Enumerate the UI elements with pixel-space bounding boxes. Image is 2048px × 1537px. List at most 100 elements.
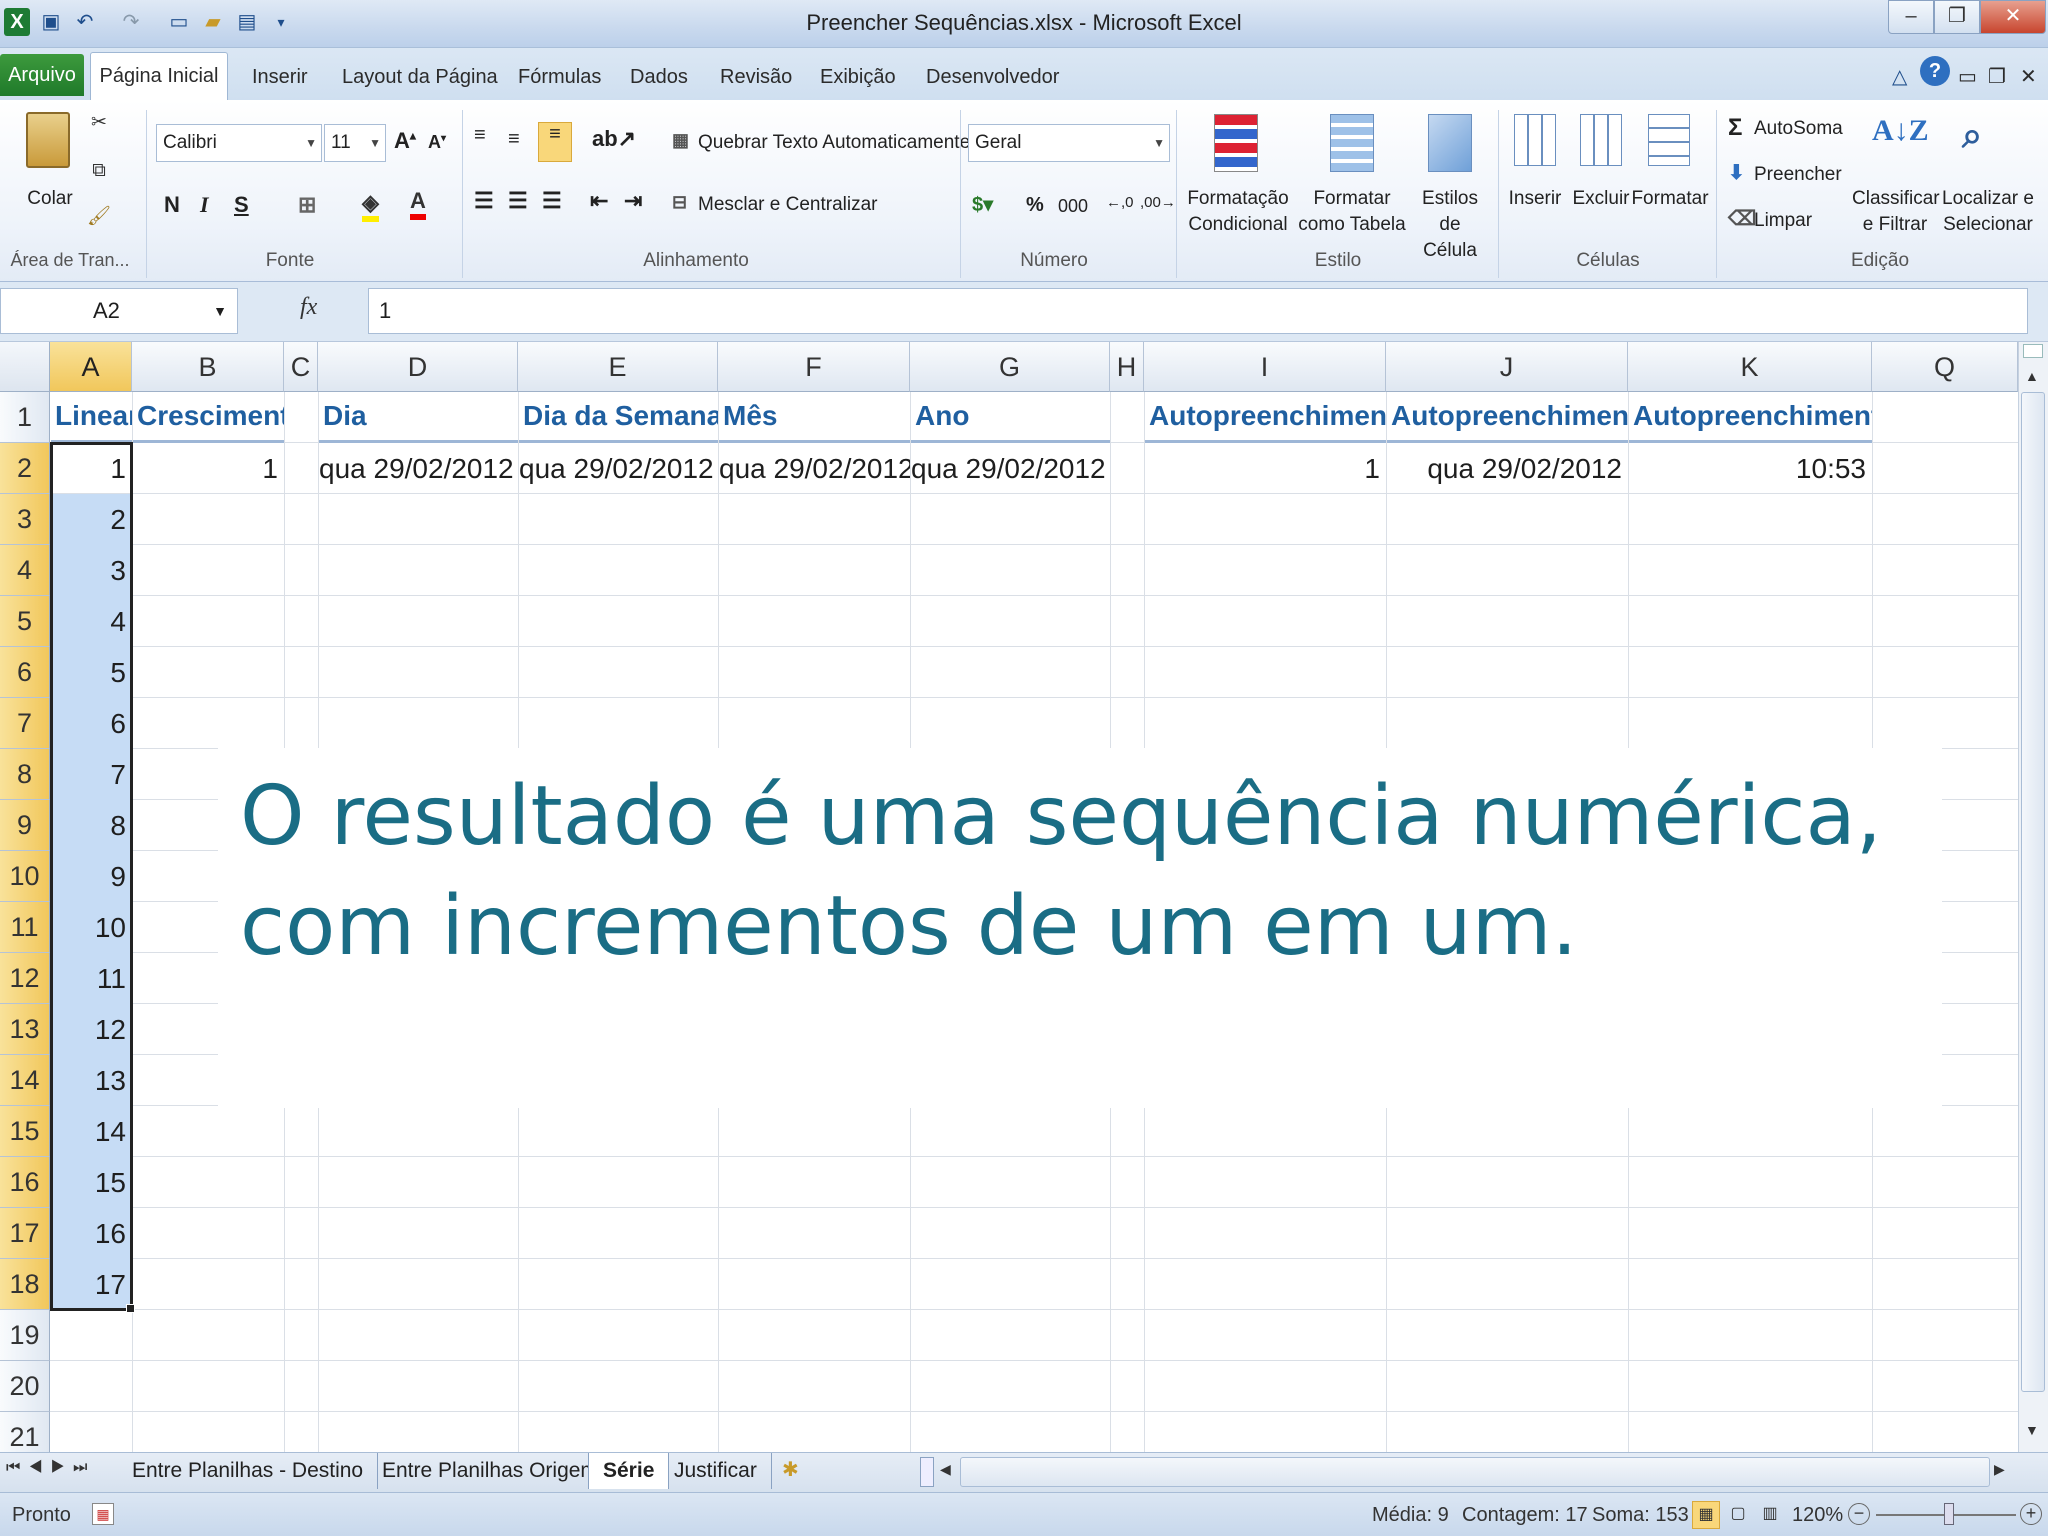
cell-j2[interactable]: qua 29/02/2012 — [1387, 443, 1628, 494]
header-cell-ano[interactable]: Ano — [911, 392, 1110, 443]
column-header-k[interactable]: K — [1628, 342, 1872, 392]
row-header-1[interactable]: 1 — [0, 392, 50, 443]
name-box[interactable]: A2 ▼ — [0, 288, 238, 334]
header-cell-autopreenchimento-j[interactable]: Autopreenchimento — [1387, 392, 1628, 443]
column-header-d[interactable]: D — [318, 342, 518, 392]
cell-i2[interactable]: 1 — [1145, 443, 1386, 494]
sort-filter-button[interactable]: Classificar e Filtrar — [1852, 186, 1940, 238]
cell-d2[interactable]: qua 29/02/2012 — [319, 443, 518, 494]
sort-filter-icon[interactable]: A↓Z — [1872, 114, 1929, 148]
row-header-9[interactable]: 9 — [0, 800, 50, 851]
align-middle-icon[interactable]: ≡ — [508, 128, 520, 151]
find-select-icon[interactable]: ⌕ — [1962, 114, 1982, 157]
sheet-tab-entre-planilhas-destino[interactable]: Entre Planilhas - Destino — [118, 1453, 379, 1489]
borders-icon[interactable]: ⊞ — [298, 192, 316, 218]
align-top-icon[interactable]: ≡ — [474, 124, 486, 147]
fill-icon[interactable]: ⬇ — [1728, 160, 1745, 185]
split-box[interactable] — [2023, 344, 2043, 358]
row-header-5[interactable]: 5 — [0, 596, 50, 647]
tab-revisao[interactable]: Revisão — [720, 62, 792, 92]
normal-view-icon[interactable]: ▦ — [1692, 1501, 1720, 1529]
decrease-decimal-icon[interactable]: ,00→ — [1140, 194, 1176, 211]
italic-button[interactable]: I — [200, 192, 209, 218]
row-header-2[interactable]: 2 — [0, 443, 50, 494]
font-color-icon[interactable]: A — [410, 188, 426, 220]
grow-font-icon[interactable]: A▴ — [394, 128, 416, 154]
conditional-format-button[interactable]: Formatação Condicional — [1182, 186, 1294, 238]
insert-function-icon[interactable]: fx — [300, 294, 317, 321]
column-header-h[interactable]: H — [1110, 342, 1144, 392]
column-header-c[interactable]: C — [284, 342, 318, 392]
column-header-q[interactable]: Q — [1872, 342, 2018, 392]
zoom-in-icon[interactable]: + — [2020, 1503, 2042, 1525]
scroll-up-icon[interactable]: ▲ — [2025, 368, 2039, 384]
column-header-i[interactable]: I — [1144, 342, 1386, 392]
increase-indent-icon[interactable]: ⇥ — [624, 188, 642, 214]
currency-icon[interactable]: $▾ — [972, 192, 993, 217]
row-header-16[interactable]: 16 — [0, 1157, 50, 1208]
cut-icon[interactable]: ✂ — [84, 110, 114, 136]
header-cell-autopreenchimento-i[interactable]: Autopreenchimento — [1145, 392, 1386, 443]
scroll-left-icon[interactable]: ◀ — [940, 1461, 951, 1478]
sheet-tab-justificar[interactable]: Justificar — [660, 1453, 772, 1489]
fill-button[interactable]: Preencher — [1754, 162, 1842, 188]
tab-formulas[interactable]: Fórmulas — [518, 62, 601, 92]
scroll-right-icon[interactable]: ▶ — [1994, 1461, 2005, 1478]
sheet-tab-serie[interactable]: Série — [588, 1453, 670, 1489]
clear-icon[interactable]: ⌫ — [1728, 206, 1756, 231]
zoom-level[interactable]: 120% — [1792, 1493, 1843, 1537]
row-header-6[interactable]: 6 — [0, 647, 50, 698]
close-button[interactable]: ✕ — [1980, 0, 2046, 34]
vertical-scrollbar[interactable]: ▲ ▼ — [2018, 342, 2048, 1452]
thousands-button[interactable]: 000 — [1058, 196, 1088, 217]
window-minimize-icon[interactable]: ▭ — [1958, 62, 1977, 92]
column-header-b[interactable]: B — [132, 342, 284, 392]
align-left-icon[interactable]: ☰ — [474, 188, 494, 214]
select-all-corner[interactable] — [0, 342, 50, 392]
format-cells-button[interactable]: Formatar — [1630, 186, 1710, 212]
cell-styles-icon[interactable] — [1428, 114, 1472, 172]
number-format-combo[interactable]: Geral ▼ — [968, 124, 1170, 162]
macro-record-icon[interactable]: ▦ — [92, 1503, 114, 1525]
header-cell-autopreenchimento-k[interactable]: Autopreenchimento — [1629, 392, 1872, 443]
insert-cells-button[interactable]: Inserir — [1500, 186, 1570, 212]
align-bottom-icon[interactable]: ≡ — [538, 122, 572, 162]
restore-button[interactable]: ❐ — [1934, 0, 1980, 34]
decrease-indent-icon[interactable]: ⇤ — [590, 188, 608, 214]
cell-b2[interactable]: 1 — [133, 443, 284, 494]
orientation-icon[interactable]: ab↗ — [592, 126, 636, 152]
scroll-down-icon[interactable]: ▼ — [2025, 1422, 2039, 1438]
insert-sheet-icon[interactable]: ✱ — [782, 1457, 799, 1482]
fill-color-icon[interactable]: ◈ — [362, 190, 379, 222]
tab-desenvolvedor[interactable]: Desenvolvedor — [926, 62, 1059, 92]
cell-k2[interactable]: 10:53 — [1629, 443, 1872, 494]
row-header-4[interactable]: 4 — [0, 545, 50, 596]
format-cells-icon[interactable] — [1648, 114, 1690, 166]
row-header-7[interactable]: 7 — [0, 698, 50, 749]
row-header-20[interactable]: 20 — [0, 1361, 50, 1412]
row-header-17[interactable]: 17 — [0, 1208, 50, 1259]
zoom-out-icon[interactable]: − — [1848, 1503, 1870, 1525]
row-header-18[interactable]: 18 — [0, 1259, 50, 1310]
row-header-21[interactable]: 21 — [0, 1412, 50, 1452]
formula-input[interactable]: 1 — [368, 288, 2028, 334]
sheet-nav-icons[interactable]: ⏮◀▶⏭ — [6, 1459, 95, 1477]
column-header-e[interactable]: E — [518, 342, 718, 392]
underline-button[interactable]: S — [234, 192, 249, 218]
cell-g2[interactable]: qua 29/02/2012 — [911, 443, 1110, 494]
tab-inserir[interactable]: Inserir — [252, 62, 308, 92]
help-icon[interactable]: ? — [1920, 56, 1950, 86]
ribbon-minimize-icon[interactable]: △ — [1892, 62, 1907, 92]
bold-button[interactable]: N — [164, 192, 180, 218]
minimize-button[interactable]: – — [1888, 0, 1934, 34]
header-cell-dia-da-semana[interactable]: Dia da Semana — [519, 392, 718, 443]
zoom-slider-thumb[interactable] — [1944, 1503, 1954, 1525]
row-header-11[interactable]: 11 — [0, 902, 50, 953]
column-header-g[interactable]: G — [910, 342, 1110, 392]
conditional-format-icon[interactable] — [1214, 114, 1258, 172]
row-header-8[interactable]: 8 — [0, 749, 50, 800]
insert-cells-icon[interactable] — [1514, 114, 1556, 166]
row-header-10[interactable]: 10 — [0, 851, 50, 902]
window-close-icon[interactable]: ✕ — [2020, 62, 2037, 92]
format-as-table-button[interactable]: Formatar como Tabela — [1296, 186, 1408, 238]
